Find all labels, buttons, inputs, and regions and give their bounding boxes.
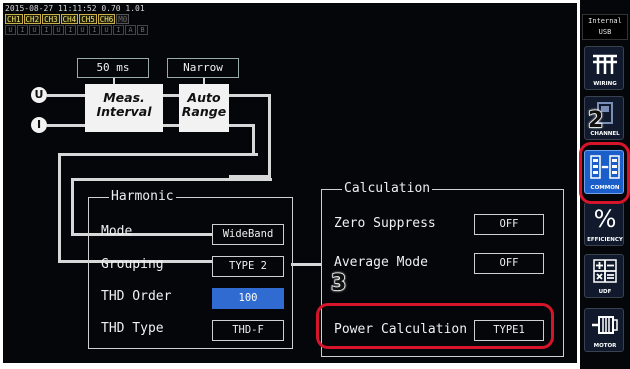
calculation-row-label: Average Mode [334, 255, 428, 270]
status-cell: U [53, 25, 64, 35]
wiring-icon [585, 50, 625, 77]
channel-indicator: M0 [116, 14, 130, 24]
status-cell: U [101, 25, 112, 35]
sidebar-item-label: WIRING [593, 81, 617, 87]
udf-icon [585, 258, 625, 285]
harmonic-title: Harmonic [109, 189, 176, 205]
auto-range-line1: Auto [187, 90, 221, 105]
harmonic-row-label: Mode [101, 224, 133, 239]
channel-indicator: CH5 [79, 14, 97, 24]
step-3-badge: 3 [330, 270, 347, 297]
harmonic-thd-type-value[interactable]: THD-F [212, 320, 284, 341]
auto-range-block[interactable]: Auto Range [179, 84, 229, 132]
harmonic-grouping-value[interactable]: TYPE 2 [212, 256, 284, 277]
step-2-badge: 2 [587, 107, 604, 134]
wire-calc-feed [291, 263, 321, 266]
harmonic-row-label: THD Type [101, 321, 164, 336]
sidebar-item-efficiency[interactable]: % EFFICIENCY [584, 202, 624, 246]
i-terminal-icon: I [31, 117, 47, 133]
channel-indicator: CH4 [60, 14, 79, 24]
storage-internal-label: Internal [588, 17, 622, 25]
datetime-readout: 2015-08-27 11:11:52 0.70 1.01 [5, 4, 145, 13]
status-cell: U [29, 25, 40, 35]
efficiency-icon: % [593, 205, 617, 233]
main-panel: 2015-08-27 11:11:52 0.70 1.01 CH1 CH2 CH… [3, 3, 577, 363]
u-terminal-icon: U [31, 87, 47, 103]
channel-indicator: CH2 [23, 14, 42, 24]
zero-suppress-value[interactable]: OFF [474, 214, 544, 235]
status-cell: I [113, 25, 124, 35]
harmonic-row-label: Grouping [101, 257, 164, 272]
common-tab-highlight [579, 142, 630, 204]
sidebar-item-label: EFFICIENCY [587, 237, 623, 243]
channel-indicator: CH6 [97, 14, 116, 24]
storage-usb-label: USB [598, 28, 612, 36]
status-cell: U [5, 25, 16, 35]
sidebar-item-wiring[interactable]: WIRING [584, 46, 624, 90]
meas-interval-block[interactable]: Meas. Interval [85, 84, 163, 132]
status-cell: I [65, 25, 76, 35]
channel-indicator: CH3 [42, 14, 60, 24]
range-value-box[interactable]: Narrow [167, 58, 239, 78]
interval-value-box[interactable]: 50 ms [77, 58, 149, 78]
sidebar-item-label: MOTOR [593, 343, 617, 349]
status-bar: 2015-08-27 11:11:52 0.70 1.01 CH1 CH2 CH… [3, 3, 577, 45]
motor-icon [585, 312, 625, 339]
status-cell: B [137, 25, 148, 35]
harmonic-row-label: THD Order [101, 289, 172, 304]
harmonic-mode-value[interactable]: WideBand [212, 224, 284, 245]
auto-range-line2: Range [181, 104, 227, 119]
channel-indicators: CH1 CH2 CH3 CH4 CH5 CH6 M0 [5, 14, 130, 24]
device-screen: 2015-08-27 11:11:52 0.70 1.01 CH1 CH2 CH… [0, 0, 630, 369]
harmonic-thd-order-value[interactable]: 100 [212, 288, 284, 309]
meas-interval-line1: Meas. [103, 90, 145, 105]
channel-indicator: CH1 [5, 14, 23, 24]
sidebar-item-label: UDF [598, 289, 612, 295]
wire-i [47, 124, 87, 127]
status-cell: I [41, 25, 52, 35]
status-cell: U [77, 25, 88, 35]
status-cell: A [125, 25, 136, 35]
average-mode-value[interactable]: OFF [474, 253, 544, 274]
status-cell: I [89, 25, 100, 35]
wire-u [47, 94, 87, 97]
sidebar-item-motor[interactable]: MOTOR [584, 308, 624, 352]
sidebar-item-udf[interactable]: UDF [584, 254, 624, 298]
harmonic-panel: Harmonic Mode WideBand Grouping TYPE 2 T… [88, 189, 293, 349]
storage-indicator: Internal USB [582, 14, 628, 40]
power-calculation-highlight [316, 303, 554, 349]
wire-i-out [229, 124, 255, 156]
range-status-row: U I U I U I U I U I A B [5, 25, 148, 35]
calculation-title: Calculation [342, 181, 433, 197]
status-cell: I [17, 25, 28, 35]
calculation-row-label: Zero Suppress [334, 216, 436, 231]
meas-interval-line2: Interval [96, 104, 152, 119]
